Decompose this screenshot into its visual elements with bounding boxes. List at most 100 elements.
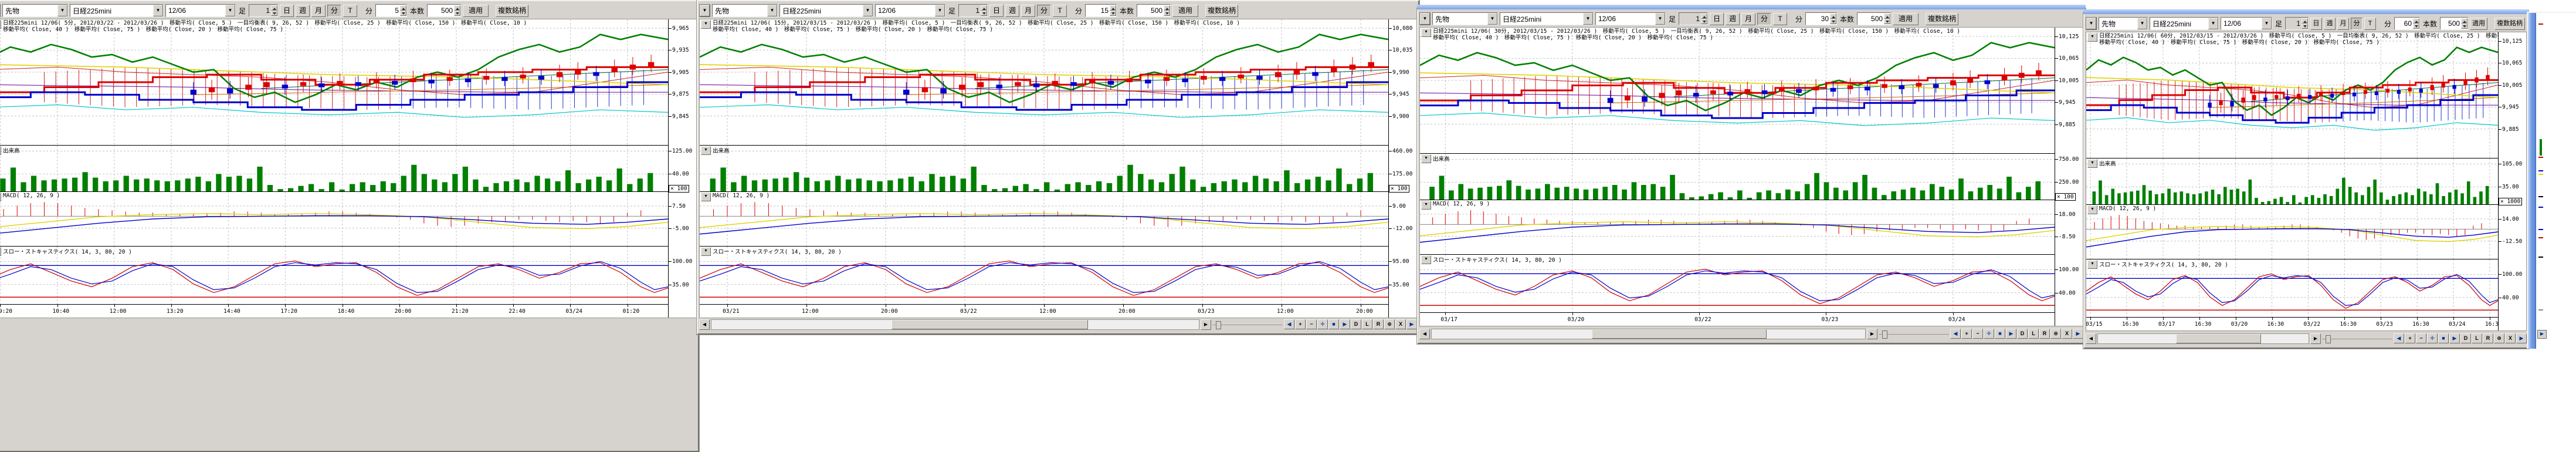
nav-button-−[interactable]: − (1972, 329, 1983, 339)
chevron-down-icon[interactable]: ▼ (2137, 18, 2147, 29)
spinner-arrows-icon[interactable] (1110, 5, 1116, 16)
interval-spinner[interactable]: 60 (2394, 17, 2420, 30)
period-tick-button[interactable]: T (1053, 5, 1067, 17)
chevron-down-icon[interactable]: ▼ (2086, 18, 2096, 29)
collapse-price-pane-button[interactable]: ▼ (701, 20, 711, 29)
bar-unit-spinner[interactable]: 1 (2285, 17, 2309, 30)
contract-select[interactable]: 12/06▼ (2221, 17, 2272, 30)
contract-select[interactable]: 12/06▼ (875, 4, 945, 17)
period-day-button[interactable]: 日 (1710, 13, 1724, 25)
nav-button-R[interactable]: R (2483, 333, 2493, 343)
collapse-stoch-pane-button[interactable]: ▼ (0, 247, 1, 256)
mini-combo[interactable]: ▼ (699, 4, 710, 17)
spinner-arrows-icon[interactable] (1164, 5, 1170, 16)
scrollbar-thumb[interactable] (2176, 334, 2262, 343)
nav-button-R[interactable]: R (2039, 329, 2050, 339)
spinner-arrows-icon[interactable] (1830, 14, 1836, 24)
nav-button-L[interactable]: L (1362, 319, 1372, 329)
multi-symbol-button[interactable]: 複数銘柄 (1205, 5, 1238, 17)
zoom-slider-thumb[interactable] (2326, 335, 2331, 343)
nav-button-▶[interactable]: ▶ (2449, 333, 2460, 343)
window-scrollbar[interactable] (2528, 13, 2536, 349)
chevron-down-icon[interactable]: ▼ (1583, 13, 1593, 25)
contract-select[interactable]: 12/06▼ (1595, 12, 1666, 25)
period-tick-button[interactable]: T (343, 5, 357, 17)
chevron-down-icon[interactable]: ▼ (700, 5, 710, 16)
spinner-arrows-icon[interactable] (1701, 14, 1707, 24)
period-week-button[interactable]: 週 (1005, 5, 1019, 17)
period-tick-button[interactable]: T (2364, 18, 2376, 30)
nav-button-◀[interactable]: ◀ (1950, 329, 1961, 339)
collapse-price-pane-button[interactable]: ▼ (1421, 28, 1431, 37)
nav-button-◀[interactable]: ◀ (1284, 319, 1294, 329)
zoom-slider[interactable] (1879, 329, 1949, 339)
bar-count-spinner[interactable]: 500 (1137, 4, 1171, 17)
contract-select[interactable]: 12/06▼ (165, 4, 236, 17)
nav-button-⊕[interactable]: ⊕ (2494, 333, 2504, 343)
nav-button-▶[interactable]: ▶ (1406, 319, 1417, 329)
period-minute-button[interactable]: 分 (2351, 18, 2363, 30)
zoom-slider[interactable] (1212, 320, 1283, 329)
spinner-arrows-icon[interactable] (2413, 18, 2419, 29)
nav-button-⊕[interactable]: ⊕ (1384, 319, 1395, 329)
chevron-down-icon[interactable]: ▼ (153, 5, 163, 16)
nav-button-■[interactable]: ■ (1328, 319, 1339, 329)
nav-button-▶[interactable]: ▶ (2073, 329, 2083, 339)
collapse-volume-pane-button[interactable]: ▼ (1421, 154, 1431, 163)
scroll-left-button[interactable]: ◀ (2086, 333, 2096, 344)
symbol-select[interactable]: 日経225mini▼ (1500, 12, 1594, 25)
period-week-button[interactable]: 週 (296, 5, 310, 17)
collapse-macd-pane-button[interactable]: ▼ (0, 193, 1, 201)
chevron-down-icon[interactable]: ▼ (225, 5, 235, 16)
nav-button-✛[interactable]: ✛ (1317, 319, 1328, 329)
scroll-left-button[interactable]: ◀ (699, 319, 710, 330)
spinner-arrows-icon[interactable] (454, 5, 460, 16)
period-month-button[interactable]: 月 (2337, 18, 2349, 30)
scrollbar-thumb[interactable] (892, 320, 1087, 329)
zoom-slider[interactable] (2322, 334, 2392, 343)
chevron-down-icon[interactable]: ▼ (2262, 18, 2272, 29)
chevron-down-icon[interactable]: ▼ (2208, 18, 2218, 29)
chevron-down-icon[interactable]: ▼ (863, 5, 873, 16)
apply-button[interactable]: 適用 (1172, 5, 1198, 17)
chevron-down-icon[interactable]: ▼ (1655, 13, 1665, 25)
nav-button-R[interactable]: R (1373, 319, 1384, 329)
spinner-arrows-icon[interactable] (2302, 18, 2308, 29)
collapse-volume-pane-button[interactable]: ▼ (701, 146, 711, 155)
nav-button-✛[interactable]: ✛ (1984, 329, 1994, 339)
bar-unit-spinner[interactable]: 1 (1679, 12, 1708, 25)
period-minute-button[interactable]: 分 (1757, 13, 1771, 25)
period-minute-button[interactable]: 分 (1037, 5, 1051, 17)
period-day-button[interactable]: 日 (989, 5, 1004, 17)
zoom-slider-thumb[interactable] (1882, 330, 1887, 339)
nav-button-+[interactable]: + (1961, 329, 1972, 339)
chevron-down-icon[interactable]: ▼ (57, 5, 67, 16)
interval-spinner[interactable]: 5 (375, 4, 407, 17)
collapse-stoch-pane-button[interactable]: ▼ (701, 247, 711, 256)
collapse-price-pane-button[interactable]: ▼ (0, 20, 1, 29)
nav-button-+[interactable]: + (2405, 333, 2415, 343)
collapse-macd-pane-button[interactable]: ▼ (1421, 201, 1431, 210)
market-select[interactable]: 先物▼ (2, 4, 68, 17)
nav-button-▶[interactable]: ▶ (2006, 329, 2016, 339)
bar-unit-spinner[interactable]: 1 (249, 4, 278, 17)
nav-button-▶[interactable]: ▶ (1340, 319, 1350, 329)
nav-button-▶[interactable]: ▶ (2516, 333, 2527, 343)
nav-button-✛[interactable]: ✛ (2427, 333, 2438, 343)
scroll-right-button[interactable]: ▶ (1867, 329, 1877, 339)
nav-button-+[interactable]: + (1295, 319, 1306, 329)
chevron-down-icon[interactable]: ▼ (1420, 13, 1430, 25)
nav-button-D[interactable]: D (2017, 329, 2028, 339)
multi-symbol-button[interactable]: 複数銘柄 (2494, 18, 2525, 30)
collapse-macd-pane-button[interactable]: ▼ (701, 193, 711, 201)
nav-button-L[interactable]: L (2028, 329, 2039, 339)
chevron-down-icon[interactable]: ▼ (935, 5, 945, 16)
scrollbar-track[interactable] (2097, 333, 2309, 344)
symbol-select[interactable]: 日経225mini▼ (779, 4, 873, 17)
period-month-button[interactable]: 月 (1741, 13, 1755, 25)
market-select[interactable]: 先物▼ (712, 4, 778, 17)
scrollbar-track[interactable] (1431, 329, 1866, 339)
symbol-select[interactable]: 日経225mini▼ (70, 4, 164, 17)
multi-symbol-button[interactable]: 複数銘柄 (496, 5, 528, 17)
collapse-stoch-pane-button[interactable]: ▼ (2087, 260, 2097, 269)
